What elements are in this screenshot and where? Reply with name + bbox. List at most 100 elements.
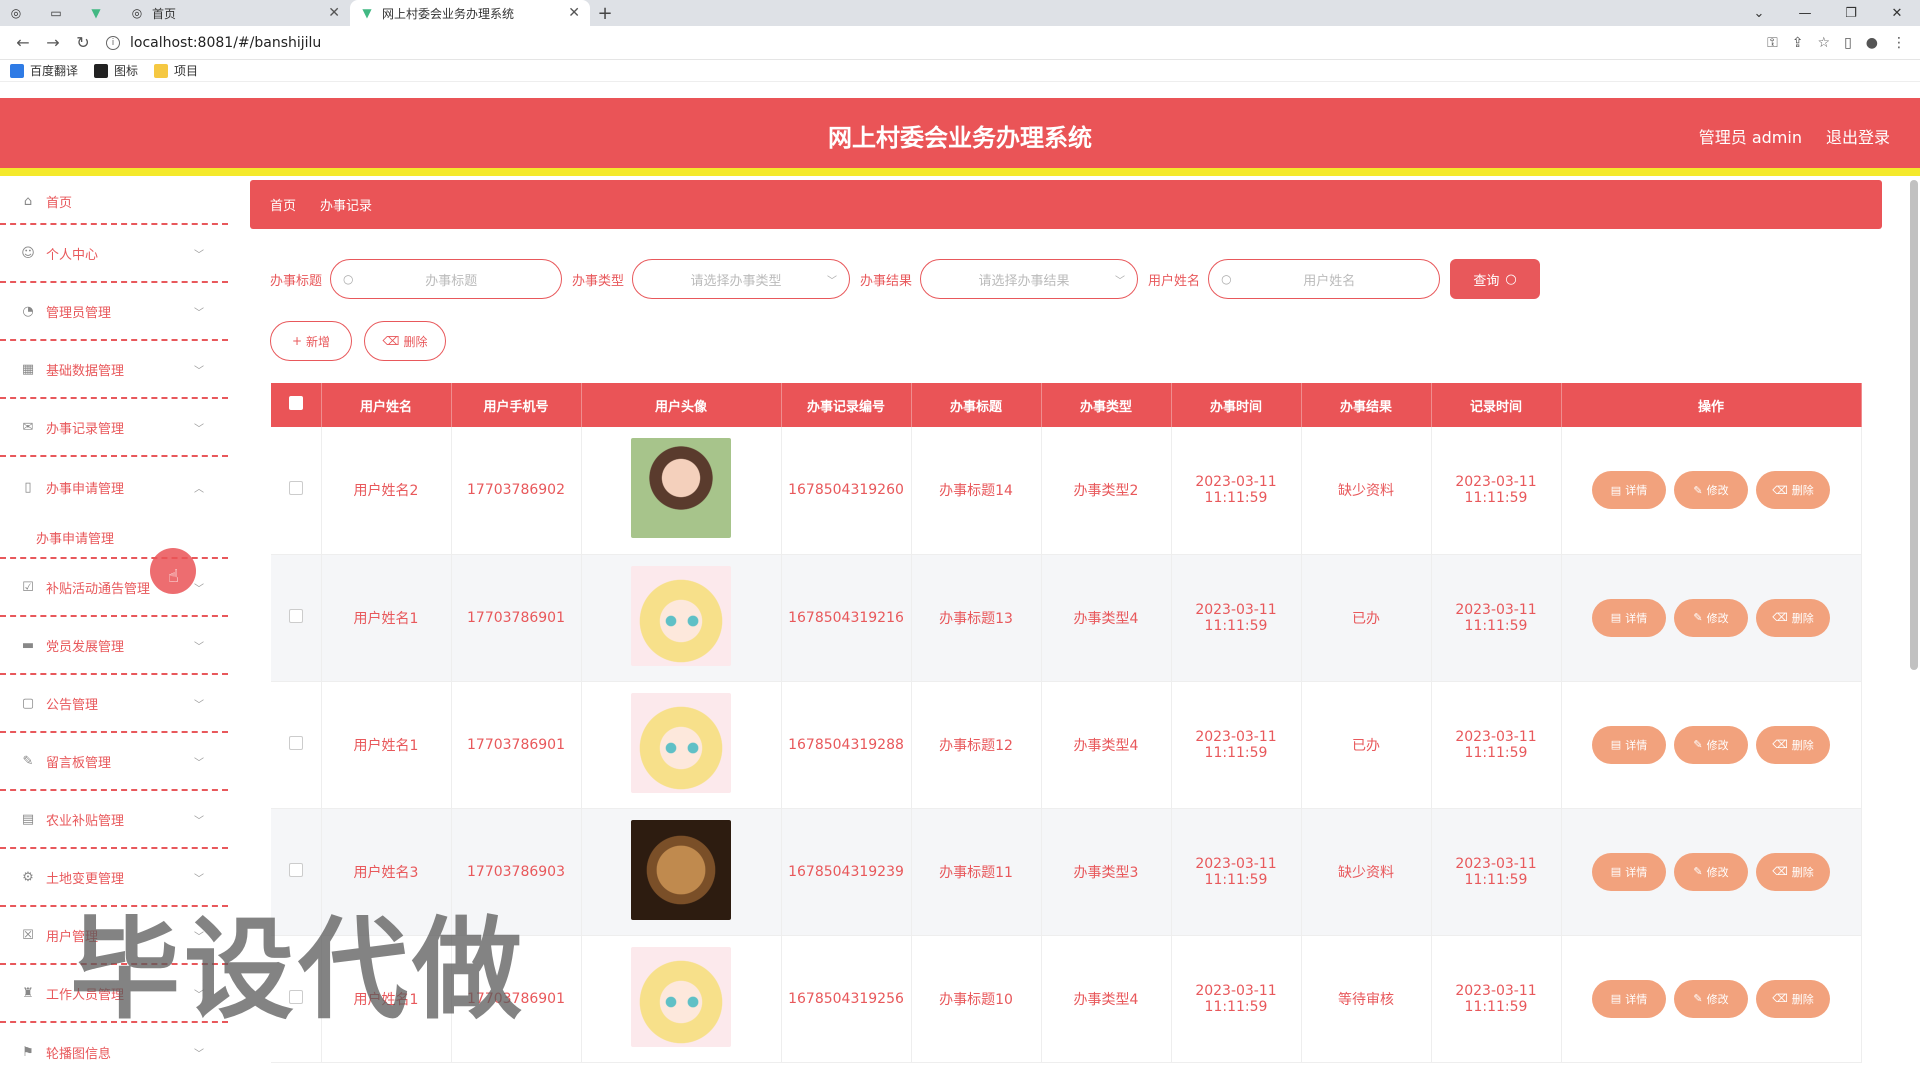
column-header[interactable]: 记录时间 (1431, 383, 1562, 427)
sidebar-item-notice[interactable]: ▢ 公告管理 ﹀ (0, 675, 228, 733)
page-scrollbar[interactable] (1910, 180, 1918, 670)
back-icon[interactable]: ← (8, 33, 38, 52)
restore-icon[interactable]: ❐ (1828, 6, 1874, 21)
trash-icon: ⌫ (1772, 611, 1788, 624)
share-icon[interactable]: ⇪ (1792, 35, 1804, 51)
delete-button[interactable]: ⌫ 删除 (364, 321, 446, 361)
detail-button[interactable]: ▤ 详情 (1592, 471, 1666, 510)
user-avatar[interactable] (631, 692, 731, 793)
sidebar-item-home[interactable]: ⌂ 首页 (0, 180, 228, 225)
url-field[interactable]: i localhost:8081/#/banshijilu (106, 35, 321, 51)
query-button[interactable]: 查询 ○ (1450, 259, 1541, 299)
cell-record-time: 2023-03-11 11:11:59 (1431, 935, 1562, 1063)
new-tab-button[interactable]: + (590, 0, 620, 26)
edit-icon: ✎ (1693, 483, 1703, 497)
sidebar-item-party[interactable]: ▬ 党员发展管理 ﹀ (0, 617, 228, 675)
row-checkbox[interactable] (288, 862, 303, 877)
detail-button[interactable]: ▤ 详情 (1592, 725, 1666, 764)
column-header[interactable]: 用户手机号 (451, 383, 582, 427)
profile-icon[interactable]: ● (1866, 35, 1878, 51)
detail-button[interactable]: ▤ 详情 (1592, 598, 1666, 637)
chevron-up-icon: ︿ (194, 483, 204, 495)
browser-tab-home[interactable]: ◎ 首页 ✕ (120, 0, 350, 26)
cell-time: 2023-03-11 11:11:59 (1171, 427, 1302, 555)
chevron-down-icon: ﹀ (1115, 275, 1126, 287)
result-select[interactable]: 请选择办事结果 ﹀ (920, 259, 1139, 299)
bookmark-item[interactable]: 项目 (154, 62, 198, 79)
chevron-down-icon[interactable]: ⌄ (1736, 6, 1782, 21)
logout-link[interactable]: 退出登录 (1826, 124, 1890, 148)
row-checkbox[interactable] (288, 608, 303, 623)
star-icon[interactable]: ☆ (1818, 35, 1831, 51)
edit-button[interactable]: ✎ 修改 (1674, 852, 1748, 891)
menu-icon[interactable]: ⋮ (1892, 35, 1906, 51)
row-checkbox[interactable] (288, 735, 303, 750)
select-all-checkbox[interactable] (288, 396, 303, 410)
sidebar-item-records[interactable]: ✉ 办事记录管理 ﹀ (0, 399, 228, 457)
column-header[interactable]: 办事结果 (1301, 383, 1432, 427)
submenu-item-applications[interactable]: 办事申请管理 (0, 517, 228, 559)
settings-icon: ⚙ (22, 869, 34, 885)
forward-icon[interactable]: → (38, 33, 68, 52)
cell-title: 办事标题12 (911, 681, 1042, 809)
cell-time: 2023-03-11 11:11:59 (1171, 554, 1302, 682)
sidebar-item-basedata[interactable]: ▦ 基础数据管理 ﹀ (0, 341, 228, 399)
user-avatar[interactable] (631, 565, 731, 666)
row-delete-button[interactable]: ⌫ 删除 (1756, 471, 1830, 510)
row-delete-button[interactable]: ⌫ 删除 (1756, 852, 1830, 891)
edit-button[interactable]: ✎ 修改 (1674, 471, 1748, 510)
column-header[interactable]: 用户姓名 (321, 383, 452, 427)
detail-button[interactable]: ▤ 详情 (1592, 852, 1666, 891)
cell-code: 1678504319288 (781, 681, 912, 809)
row-delete-button[interactable]: ⌫ 删除 (1756, 598, 1830, 637)
column-header[interactable]: 办事类型 (1041, 383, 1172, 427)
cell-avatar (581, 681, 782, 809)
cell-result: 等待审核 (1301, 935, 1432, 1063)
column-header[interactable]: 办事时间 (1171, 383, 1302, 427)
detail-button[interactable]: ▤ 详情 (1592, 979, 1666, 1018)
edit-button[interactable]: ✎ 修改 (1674, 725, 1748, 764)
edit-button[interactable]: ✎ 修改 (1674, 598, 1748, 637)
minimize-icon[interactable]: — (1782, 6, 1828, 21)
row-checkbox[interactable] (288, 481, 303, 496)
browser-tab-2[interactable]: ▼ (80, 0, 120, 26)
user-avatar[interactable] (631, 438, 731, 539)
row-delete-button[interactable]: ⌫ 删除 (1756, 979, 1830, 1018)
table-row: 用户姓名1 17703786901 1678504319216 办事标题13 办… (271, 554, 1862, 682)
browser-tab-0[interactable]: ◎ (0, 0, 40, 26)
sidebar-item-profile[interactable]: ☺ 个人中心 ﹀ (0, 225, 228, 283)
column-header[interactable]: 办事记录编号 (781, 383, 912, 427)
bookmark-item[interactable]: 图标 (94, 62, 138, 79)
sidebar-item-messages[interactable]: ✎ 留言板管理 ﹀ (0, 733, 228, 791)
title-search-input[interactable]: ○ 办事标题 (330, 259, 563, 299)
column-header[interactable]: 办事标题 (911, 383, 1042, 427)
edit-button[interactable]: ✎ 修改 (1674, 979, 1748, 1018)
column-header[interactable]: 用户头像 (581, 383, 782, 427)
breadcrumb-home[interactable]: 首页 (270, 195, 296, 214)
key-icon[interactable]: ⚿ (1767, 35, 1778, 51)
reload-icon[interactable]: ↻ (68, 33, 98, 52)
info-icon[interactable]: i (106, 35, 120, 50)
close-icon[interactable]: ✕ (328, 5, 340, 21)
cell-title: 办事标题11 (911, 808, 1042, 936)
sidepanel-icon[interactable]: ▯ (1844, 35, 1852, 51)
browser-tab-active[interactable]: ▼ 网上村委会业务办理系统 ✕ (350, 0, 590, 26)
user-avatar[interactable] (631, 946, 731, 1047)
grid-icon: ▦ (21, 361, 35, 377)
browser-tab-1[interactable]: ▭ (40, 0, 80, 26)
sidebar-item-agri-subsidy[interactable]: ▤ 农业补贴管理 ﹀ (0, 791, 228, 849)
row-delete-button[interactable]: ⌫ 删除 (1756, 725, 1830, 764)
user-avatar[interactable] (631, 819, 731, 920)
close-icon[interactable]: ✕ (568, 5, 580, 21)
sidebar-item-admin[interactable]: ◔ 管理员管理 ﹀ (0, 283, 228, 341)
cell-phone: 17703786901 (451, 554, 582, 682)
close-icon[interactable]: ✕ (1874, 6, 1920, 21)
sidebar-item-applications[interactable]: ▯ 办事申请管理 ︿ (0, 457, 228, 517)
bookmark-item[interactable]: 百度翻译 (10, 62, 78, 79)
type-select[interactable]: 请选择办事类型 ﹀ (632, 259, 851, 299)
cell-time: 2023-03-11 11:11:59 (1171, 808, 1302, 936)
cell-code: 1678504319216 (781, 554, 912, 682)
add-button[interactable]: + 新增 (270, 321, 352, 361)
name-search-input[interactable]: ○ 用户姓名 (1208, 259, 1441, 299)
current-user: 管理员 admin (1698, 128, 1802, 147)
